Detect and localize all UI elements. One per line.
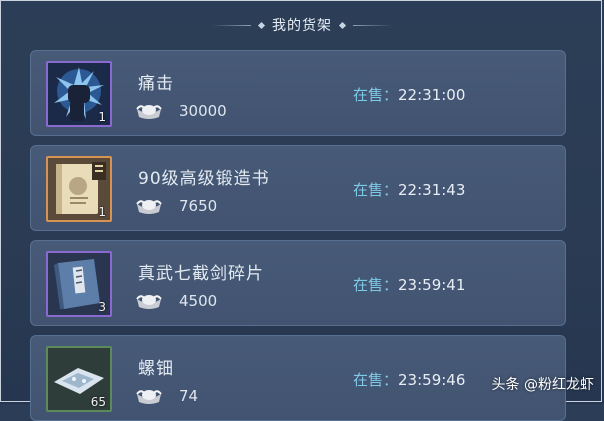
item-price: 74 [135,386,198,406]
silver-ingot-icon [136,105,162,119]
header-diamond-right-icon [338,21,347,29]
sale-status: 在售：23:59:41 [353,274,465,295]
shelf-item-card[interactable]: 1 痛击 30000 在售：22:31:00 [30,50,566,136]
item-price-value: 7650 [179,197,218,215]
item-quantity: 3 [98,300,106,314]
item-quantity: 1 [98,205,106,219]
item-name: 痛击 [138,74,174,94]
shelf-item-card[interactable]: 65 螺钿 74 在售：23:59:46 [30,335,566,421]
shell-material-icon: 65 [46,346,112,412]
item-price: 4500 [135,291,217,311]
shelf-item-card[interactable]: 3 真武七截剑碎片 4500 在售：23:59:41 [30,240,566,326]
status-label: 在售： [353,86,399,104]
item-name: 真武七截剑碎片 [138,264,264,284]
sale-status: 在售：23:59:46 [353,369,465,390]
item-quantity: 65 [90,395,106,409]
header-line-right [353,24,393,26]
status-time: 22:31:43 [398,181,466,199]
status-time: 23:59:41 [398,276,466,294]
header-diamond-left-icon [257,21,266,29]
item-quantity: 1 [98,110,106,124]
silver-ingot-icon [136,200,162,214]
status-time: 22:31:00 [398,86,466,104]
shelf-title: 我的货架 [272,18,332,34]
shelf-item-card[interactable]: 1 90级高级锻造书 7650 在售：22:31:43 [30,145,566,231]
sale-status: 在售：22:31:00 [353,84,465,105]
sale-status: 在售：22:31:43 [353,179,465,200]
status-label: 在售： [353,276,399,294]
item-name: 90级高级锻造书 [138,169,270,189]
status-label: 在售： [353,371,399,389]
scroll-book-icon: 1 [46,156,112,222]
watermark: 头条 @粉红龙虾 [491,377,594,393]
item-price-value: 74 [179,387,199,405]
item-name: 螺钿 [138,359,174,379]
silver-ingot-icon [136,295,162,309]
header-line-left [211,24,251,26]
status-label: 在售： [353,181,399,199]
fist-skill-icon: 1 [46,61,112,127]
shelf-header: 我的货架 [0,12,604,38]
item-price-value: 30000 [179,102,227,120]
status-time: 23:59:46 [398,371,466,389]
item-price-value: 4500 [179,292,218,310]
item-price: 30000 [135,101,227,121]
silver-ingot-icon [136,390,162,404]
book-fragment-icon: 3 [46,251,112,317]
item-price: 7650 [135,196,217,216]
